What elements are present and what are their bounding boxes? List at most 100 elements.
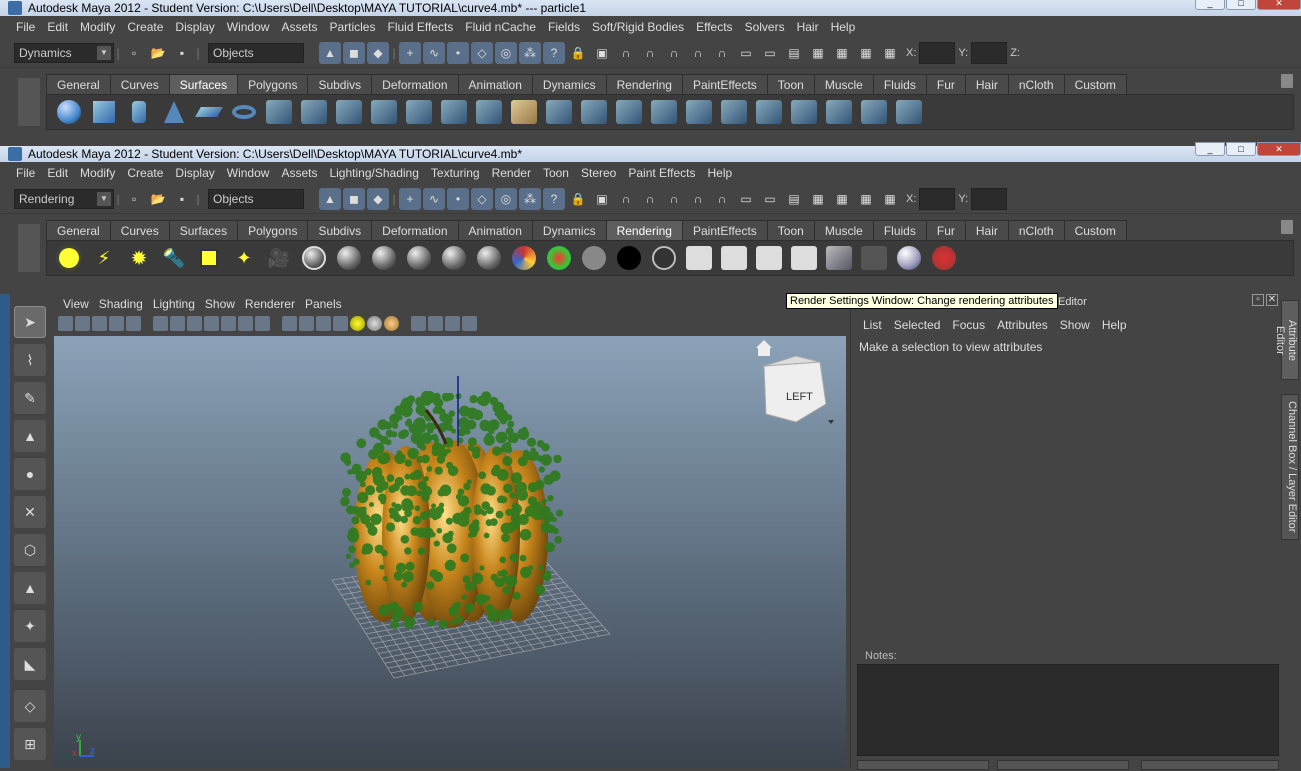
- shelf-tab-muscle[interactable]: Muscle: [813, 220, 874, 240]
- select-tool-icon[interactable]: ➤: [14, 306, 46, 338]
- attr-menu-show[interactable]: Show: [1054, 318, 1096, 332]
- maximize-button[interactable]: □: [1226, 0, 1256, 10]
- magnet-icon-3[interactable]: ∩: [663, 42, 685, 64]
- view-cube[interactable]: LEFT: [763, 355, 827, 423]
- image-plane-icon[interactable]: [92, 315, 107, 331]
- loft-icon[interactable]: [298, 96, 330, 128]
- anisotropic-icon[interactable]: [473, 242, 505, 274]
- snap-plane-icon[interactable]: ◇: [471, 41, 493, 64]
- history-icon[interactable]: ⁂: [519, 41, 541, 64]
- smooth-shade-selected-icon[interactable]: [316, 315, 331, 331]
- y-field[interactable]: [971, 187, 1008, 210]
- attr-menu-selected[interactable]: Selected: [888, 318, 947, 332]
- clapper-icon-2[interactable]: ▦: [831, 42, 853, 64]
- hypershade-icon[interactable]: [298, 242, 330, 274]
- menu-help[interactable]: Help: [702, 166, 739, 180]
- ipr-render-icon[interactable]: [718, 242, 750, 274]
- magnet-icon-1[interactable]: ∩: [615, 188, 637, 210]
- render-settings-icon[interactable]: [753, 242, 785, 274]
- menu-display[interactable]: Display: [169, 20, 220, 34]
- show-manipulator-icon[interactable]: ✦: [14, 610, 46, 642]
- snap-point-icon[interactable]: •: [447, 41, 469, 64]
- shelf-tab-hair[interactable]: Hair: [964, 220, 1009, 240]
- bookmark-icon[interactable]: [75, 315, 90, 331]
- menu-edit[interactable]: Edit: [41, 166, 74, 180]
- revolve-icon[interactable]: [263, 96, 295, 128]
- field-chart-icon[interactable]: [238, 315, 253, 331]
- use-default-light-icon[interactable]: [350, 315, 365, 331]
- shelf-tab-surfaces[interactable]: Surfaces: [168, 74, 239, 94]
- phonge-icon[interactable]: [438, 242, 470, 274]
- blinn-icon[interactable]: [333, 242, 365, 274]
- viewport-menu-panels[interactable]: Panels: [300, 297, 347, 311]
- shelf-menu-handle[interactable]: [18, 224, 40, 272]
- menu-modify[interactable]: Modify: [74, 166, 121, 180]
- shelf-tab-rendering[interactable]: Rendering: [605, 220, 683, 240]
- shelf-tab-painteffects[interactable]: PaintEffects: [681, 220, 768, 240]
- select-component-icon[interactable]: ◆: [367, 41, 389, 64]
- menu-modify[interactable]: Modify: [74, 20, 121, 34]
- shelf-tab-subdivs[interactable]: Subdivs: [307, 220, 373, 240]
- float-panel-icon[interactable]: ▫: [1252, 294, 1264, 306]
- attr-menu-list[interactable]: List: [857, 318, 888, 332]
- select-hierarchy-icon[interactable]: ▲: [319, 187, 341, 210]
- menu-stereo[interactable]: Stereo: [575, 166, 622, 180]
- help-icon[interactable]: ?: [543, 187, 565, 210]
- clapper-icon-4[interactable]: ▦: [879, 188, 901, 210]
- trim-icon[interactable]: [578, 96, 610, 128]
- minimize-button[interactable]: _: [1195, 142, 1225, 156]
- menu-soft-rigid-bodies[interactable]: Soft/Rigid Bodies: [586, 20, 690, 34]
- magnet-icon-2[interactable]: ∩: [639, 42, 661, 64]
- magnet-icon-3[interactable]: ∩: [663, 188, 685, 210]
- selection-mode-field[interactable]: Objects: [208, 42, 304, 63]
- shelf-tab-polygons[interactable]: Polygons: [237, 220, 309, 240]
- clapper-icon-1[interactable]: ▦: [807, 42, 829, 64]
- film-gate-icon[interactable]: [187, 315, 202, 331]
- universal-manipulator-icon[interactable]: ⬡: [14, 534, 46, 566]
- copy-tab-button[interactable]: [1141, 760, 1279, 770]
- select-object-icon[interactable]: ◼: [343, 187, 365, 210]
- y-field[interactable]: [971, 41, 1008, 64]
- clapper-icon-2[interactable]: ▦: [831, 188, 853, 210]
- render-frame-icon[interactable]: ▭: [759, 188, 781, 210]
- shelf-tab-curves[interactable]: Curves: [109, 220, 170, 240]
- mode-selector[interactable]: Rendering ▼: [14, 188, 114, 209]
- smooth-shade-icon[interactable]: [299, 315, 314, 331]
- snap-grid-icon[interactable]: +: [399, 187, 421, 210]
- render-frame-icon[interactable]: ▭: [759, 42, 781, 64]
- lasso-tool-icon[interactable]: ⌇: [14, 344, 46, 376]
- extend-icon[interactable]: [753, 96, 785, 128]
- viewport-menu-view[interactable]: View: [58, 297, 94, 311]
- snap-curve-icon[interactable]: ∿: [423, 187, 445, 210]
- trash-icon[interactable]: [1281, 74, 1293, 88]
- ao-icon[interactable]: [462, 315, 477, 331]
- ambient-light-icon[interactable]: [53, 242, 85, 274]
- nurbs-plane-icon[interactable]: [193, 96, 225, 128]
- snap-grid-icon[interactable]: +: [399, 41, 421, 64]
- 2d-pan-zoom-icon[interactable]: [109, 315, 124, 331]
- menu-window[interactable]: Window: [221, 166, 276, 180]
- shelf-tab-fluids[interactable]: Fluids: [872, 74, 927, 94]
- shelf-tab-general[interactable]: General: [46, 74, 111, 94]
- tab-channel-box[interactable]: Channel Box / Layer Editor: [1281, 394, 1299, 540]
- shelf-tab-painteffects[interactable]: PaintEffects: [681, 74, 768, 94]
- menu-effects[interactable]: Effects: [690, 20, 738, 34]
- render-current-frame-icon[interactable]: [683, 242, 715, 274]
- minimize-button[interactable]: _: [1195, 0, 1225, 10]
- shelf-menu-handle[interactable]: [18, 78, 40, 126]
- trash-icon[interactable]: [1281, 220, 1293, 234]
- menu-create[interactable]: Create: [121, 20, 169, 34]
- menu-texturing[interactable]: Texturing: [425, 166, 486, 180]
- shelf-tab-deformation[interactable]: Deformation: [371, 220, 459, 240]
- render-view-icon[interactable]: ▭: [735, 188, 757, 210]
- viewport-menu-show[interactable]: Show: [200, 297, 240, 311]
- magnet-icon-5[interactable]: ∩: [711, 188, 733, 210]
- rebuild-icon[interactable]: [823, 96, 855, 128]
- nurbs-cylinder-icon[interactable]: [123, 96, 155, 128]
- insert-isoparm-icon[interactable]: [718, 96, 750, 128]
- camera-icon[interactable]: 🎥: [263, 242, 295, 274]
- close-button[interactable]: ✕: [1257, 142, 1301, 156]
- magnet-icon-2[interactable]: ∩: [639, 188, 661, 210]
- attr-menu-focus[interactable]: Focus: [946, 318, 991, 332]
- lock-icon[interactable]: 🔒: [567, 188, 589, 210]
